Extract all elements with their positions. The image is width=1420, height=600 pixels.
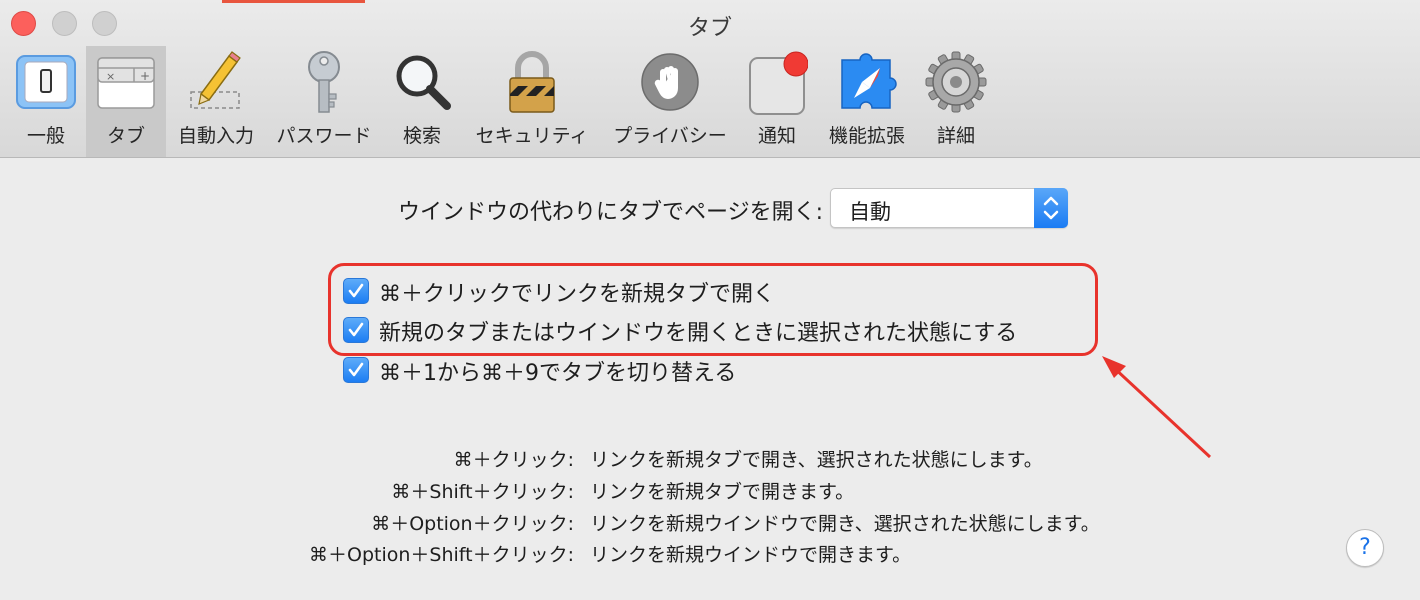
help-button[interactable]: ? <box>1346 529 1384 567</box>
shortcut-description: リンクを新規ウインドウで開きます。 <box>590 544 912 566</box>
shortcut-row: ⌘＋Option＋クリック: リンクを新規ウインドウで開き、選択された状態にしま… <box>0 509 1420 537</box>
shortcut-row: ⌘＋クリック: リンクを新規タブで開き、選択された状態にします。 <box>0 445 1420 473</box>
shortcut-key: ⌘＋Shift＋クリック: <box>391 481 574 503</box>
shortcut-key: ⌘＋Option＋Shift＋クリック: <box>309 544 574 566</box>
shortcut-description: リンクを新規タブで開き、選択された状態にします。 <box>590 449 1043 471</box>
shortcut-row: ⌘＋Shift＋クリック: リンクを新規タブで開きます。 <box>0 477 1420 505</box>
shortcut-description: リンクを新規タブで開きます。 <box>590 481 855 503</box>
shortcut-key: ⌘＋Option＋クリック: <box>371 513 574 535</box>
shortcut-key: ⌘＋クリック: <box>453 449 574 471</box>
shortcut-description: リンクを新規ウインドウで開き、選択された状態にします。 <box>590 513 1100 535</box>
shortcut-row: ⌘＋Option＋Shift＋クリック: リンクを新規ウインドウで開きます。 <box>0 540 1420 568</box>
